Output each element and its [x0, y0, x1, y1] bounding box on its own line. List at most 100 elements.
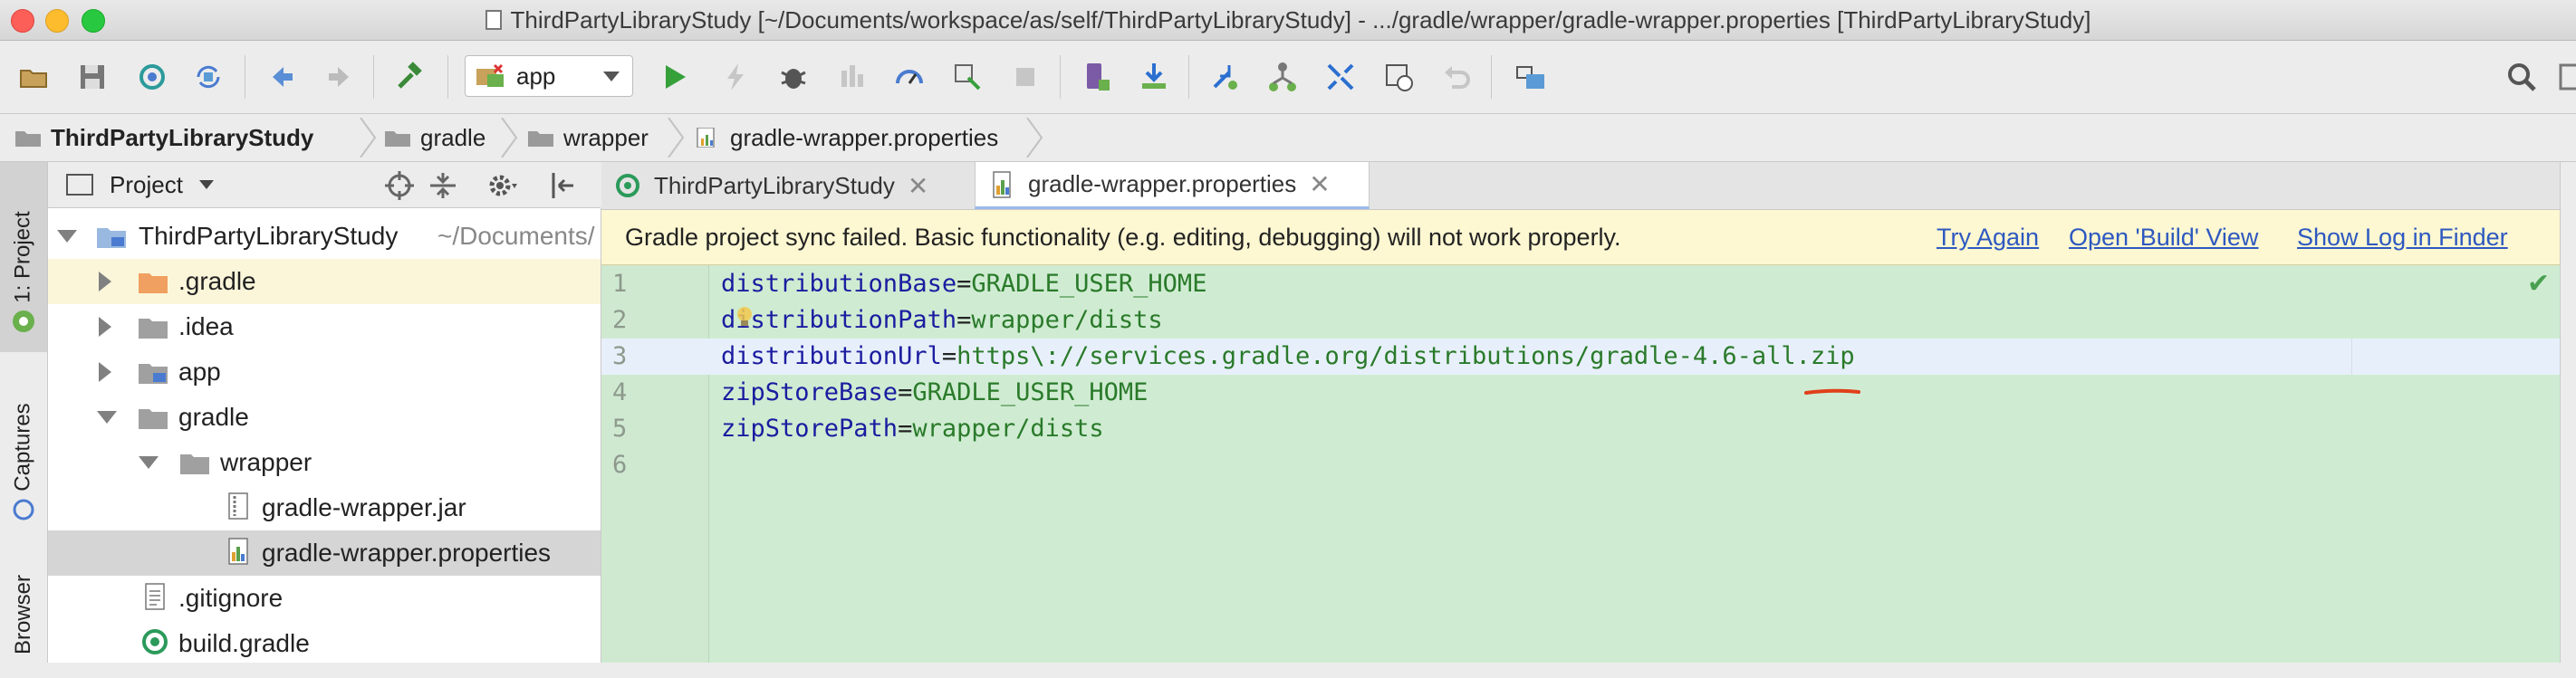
breadcrumb-label: wrapper	[563, 123, 649, 151]
tree-item-root[interactable]: ThirdPartyLibraryStudy ~/Documents/	[48, 214, 601, 259]
property-value: wrapper/dists	[912, 415, 1104, 443]
breadcrumb-label: gradle-wrapper.properties	[730, 123, 999, 151]
properties-file-icon	[228, 538, 248, 565]
collapse-all-icon[interactable]	[427, 169, 459, 202]
left-tool-strip: 1: Project Captures Browser	[0, 162, 48, 663]
android-icon	[13, 310, 34, 332]
gradle-file-icon	[616, 174, 639, 197]
back-icon[interactable]	[261, 57, 301, 97]
collapse-icon[interactable]	[1321, 57, 1360, 97]
close-icon[interactable]: ✕	[908, 171, 928, 201]
tool-tab-label: 1: Project	[11, 211, 36, 303]
gear-icon[interactable]	[486, 169, 519, 202]
folder-icon	[139, 273, 168, 293]
run-icon[interactable]	[654, 57, 694, 97]
tree-item-gradle[interactable]: gradle	[48, 395, 601, 440]
project-structure-icon[interactable]	[1511, 57, 1551, 97]
document-icon	[485, 10, 502, 30]
project-view-icon	[66, 174, 93, 196]
expand-toggle[interactable]	[57, 230, 77, 243]
hide-panel-icon[interactable]	[546, 169, 579, 202]
stop-icon[interactable]	[1005, 57, 1045, 97]
search-icon[interactable]	[2502, 57, 2542, 97]
breadcrumb-file[interactable]: gradle-wrapper.properties	[694, 114, 998, 161]
tree-item-label: ThirdPartyLibraryStudy	[139, 222, 399, 250]
expand-toggle[interactable]	[139, 456, 159, 469]
locate-icon[interactable]	[383, 169, 416, 202]
line-number: 2	[612, 306, 628, 334]
forward-icon[interactable]	[321, 57, 360, 97]
tree-item-path: ~/Documents/	[437, 222, 595, 250]
expand-toggle[interactable]	[99, 362, 111, 382]
tree-item-label: wrapper	[220, 448, 312, 476]
folder-icon	[180, 454, 209, 474]
property-key: distributionPath	[721, 306, 957, 334]
tree-item-gitignore[interactable]: .gitignore	[48, 576, 601, 621]
inspection-ok-icon: ✔	[2527, 269, 2551, 299]
breadcrumb-project[interactable]: ThirdPartyLibraryStudy	[14, 114, 313, 161]
tab-build-gradle[interactable]: ThirdPartyLibraryStudy ✕	[601, 162, 973, 209]
tree-item-label: .gradle	[178, 267, 256, 295]
text-file-icon	[145, 583, 165, 610]
sync-icon[interactable]	[132, 57, 172, 97]
capture-icon[interactable]	[1379, 57, 1418, 97]
expand-toggle[interactable]	[99, 317, 111, 337]
chevron-down-icon	[603, 71, 620, 81]
debug-icon[interactable]	[774, 57, 813, 97]
run-configuration-select[interactable]: app	[465, 55, 633, 97]
attach-debugger-icon[interactable]	[831, 57, 871, 97]
avd-manager-icon[interactable]	[1076, 57, 1116, 97]
build-icon[interactable]	[389, 57, 429, 97]
line-number: 4	[612, 378, 628, 406]
save-icon[interactable]	[72, 57, 112, 97]
show-log-in-finder-link[interactable]: Show Log in Finder	[2297, 210, 2508, 264]
code-line: zipStorePath=wrapper/dists	[721, 411, 1104, 447]
tab-label: gradle-wrapper.properties	[1028, 170, 1297, 197]
open-build-view-link[interactable]: Open 'Build' View	[2069, 210, 2258, 264]
breadcrumb-label: ThirdPartyLibraryStudy	[51, 123, 314, 151]
project-view-selector[interactable]: Project	[66, 162, 214, 207]
properties-file-icon	[993, 170, 1011, 198]
tab-gradle-wrapper-properties[interactable]: gradle-wrapper.properties ✕	[975, 162, 1370, 209]
settings-icon[interactable]	[2552, 57, 2576, 97]
banner-message: Gradle project sync failed. Basic functi…	[625, 223, 1621, 251]
property-value: GRADLE_USER_HOME	[912, 378, 1149, 406]
undo-icon[interactable]	[1437, 57, 1476, 97]
tree-item-wrapper-properties[interactable]: gradle-wrapper.properties	[48, 530, 601, 576]
equals-sign: =	[898, 415, 913, 443]
try-again-link[interactable]: Try Again	[1937, 210, 2039, 264]
gradle-sync-icon[interactable]	[1205, 57, 1245, 97]
tree-item-wrapper-jar[interactable]: gradle-wrapper.jar	[48, 485, 601, 530]
property-key: distributionUrl	[721, 342, 942, 370]
layout-inspector-icon[interactable]	[947, 57, 987, 97]
breadcrumb-gradle[interactable]: gradle	[384, 114, 485, 161]
tree-item-app[interactable]: app	[48, 349, 601, 395]
refresh-icon[interactable]	[188, 57, 228, 97]
close-icon[interactable]: ✕	[1309, 169, 1330, 199]
open-icon[interactable]	[14, 57, 54, 97]
line-number: 5	[612, 415, 628, 443]
structure-icon[interactable]	[1263, 57, 1302, 97]
expand-toggle[interactable]	[97, 411, 117, 424]
sdk-manager-icon[interactable]	[1134, 57, 1174, 97]
tool-tab-browser[interactable]: Browser	[0, 551, 47, 678]
apply-changes-icon[interactable]	[716, 57, 755, 97]
project-panel-header: Project	[48, 162, 601, 208]
line-number: 3	[612, 342, 628, 370]
line-number: 6	[612, 451, 628, 479]
expand-toggle[interactable]	[99, 272, 111, 291]
lightbulb-icon[interactable]	[735, 306, 754, 328]
property-key: zipStoreBase	[721, 378, 899, 406]
breadcrumb-wrapper[interactable]: wrapper	[527, 114, 649, 161]
profile-icon[interactable]	[889, 57, 929, 97]
equals-sign: =	[941, 342, 957, 370]
gradle-file-icon	[142, 629, 168, 654]
tree-item-idea[interactable]: .idea	[48, 304, 601, 349]
main-toolbar: app	[0, 41, 2576, 114]
equals-sign: =	[956, 306, 972, 334]
tree-item-wrapper[interactable]: wrapper	[48, 440, 601, 485]
properties-file-icon	[697, 128, 715, 148]
tree-item-gradle-cache[interactable]: .gradle	[48, 259, 601, 304]
android-app-icon	[476, 63, 504, 87]
tree-item-build-gradle[interactable]: build.gradle	[48, 621, 601, 663]
